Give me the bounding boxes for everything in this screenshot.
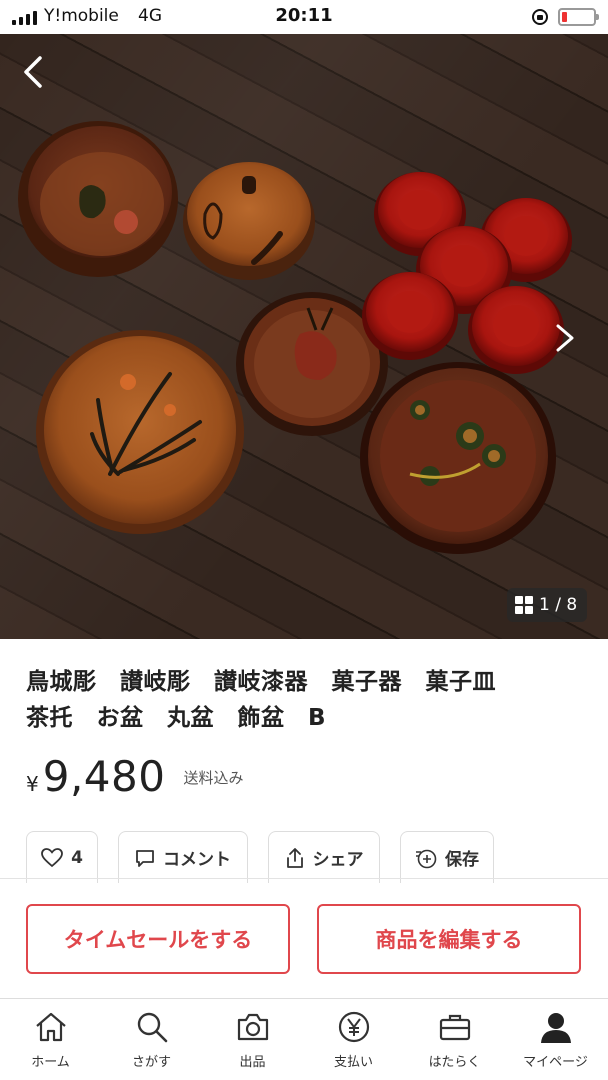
image-counter[interactable]: 1 / 8: [507, 588, 588, 622]
price-row: ¥ 9,480 送料込み: [26, 752, 244, 802]
status-bar: Y!mobile 4G 20:11: [0, 0, 608, 34]
next-image-arrow-icon[interactable]: [552, 320, 578, 356]
image-counter-text: 1 / 8: [539, 595, 578, 615]
shipping-note: 送料込み: [183, 769, 244, 787]
tab-search[interactable]: さがす: [101, 1009, 202, 1079]
section-divider: [0, 878, 608, 879]
tab-payment[interactable]: 支払い: [303, 1009, 404, 1079]
heart-icon: [41, 847, 63, 867]
share-button[interactable]: シェア: [268, 831, 380, 883]
back-arrow-icon[interactable]: [18, 52, 48, 92]
grid-icon: [515, 596, 533, 614]
tab-home-label: ホーム: [31, 1055, 70, 1070]
tab-work[interactable]: はたらく: [404, 1009, 505, 1079]
comment-label: コメント: [163, 850, 231, 870]
share-label: シェア: [312, 850, 364, 870]
save-list-icon: [416, 849, 437, 868]
edit-item-button[interactable]: 商品を編集する: [317, 904, 581, 974]
tab-home[interactable]: ホーム: [0, 1009, 101, 1079]
bottom-tab-bar: ホーム さがす 出品 支払い はたらく マイページ: [0, 998, 608, 1080]
camera-icon: [234, 1009, 272, 1045]
tab-work-label: はたらく: [428, 1055, 481, 1070]
share-icon: [286, 847, 303, 868]
tab-mypage[interactable]: マイページ: [505, 1009, 606, 1079]
item-price: 9,480: [42, 752, 166, 801]
product-photo[interactable]: 1 / 8: [0, 34, 608, 639]
battery-icon: [558, 8, 599, 26]
item-title-line2: 茶托 お盆 丸盆 飾盆 B: [26, 705, 327, 731]
like-button[interactable]: 4: [26, 831, 98, 883]
tab-search-label: さがす: [131, 1055, 171, 1070]
like-count: 4: [71, 847, 83, 868]
tab-mypage-label: マイページ: [523, 1055, 588, 1070]
item-title: 鳥城彫 讃岐彫 讃岐漆器 菓子器 菓子皿 茶托 お盆 丸盆 飾盆 B: [26, 664, 586, 736]
comment-button[interactable]: コメント: [118, 831, 248, 883]
time-sale-button[interactable]: タイムセールをする: [26, 904, 290, 974]
tab-sell[interactable]: 出品: [202, 1009, 303, 1079]
item-title-line1: 鳥城彫 讃岐彫 讃岐漆器 菓子器 菓子皿: [26, 669, 496, 695]
status-time: 20:11: [275, 5, 333, 26]
person-icon: [537, 1009, 575, 1045]
briefcase-icon: [436, 1009, 474, 1045]
orientation-lock-icon: [532, 9, 548, 25]
tab-sell-label: 出品: [239, 1055, 266, 1070]
save-button[interactable]: 保存: [400, 831, 494, 883]
currency-symbol: ¥: [26, 772, 39, 796]
save-label: 保存: [445, 850, 479, 870]
home-icon: [32, 1009, 70, 1045]
tab-payment-label: 支払い: [333, 1055, 373, 1070]
comment-icon: [136, 849, 154, 867]
search-icon: [133, 1009, 171, 1045]
yen-icon: [335, 1009, 373, 1045]
lacquerware-image: [18, 121, 572, 554]
